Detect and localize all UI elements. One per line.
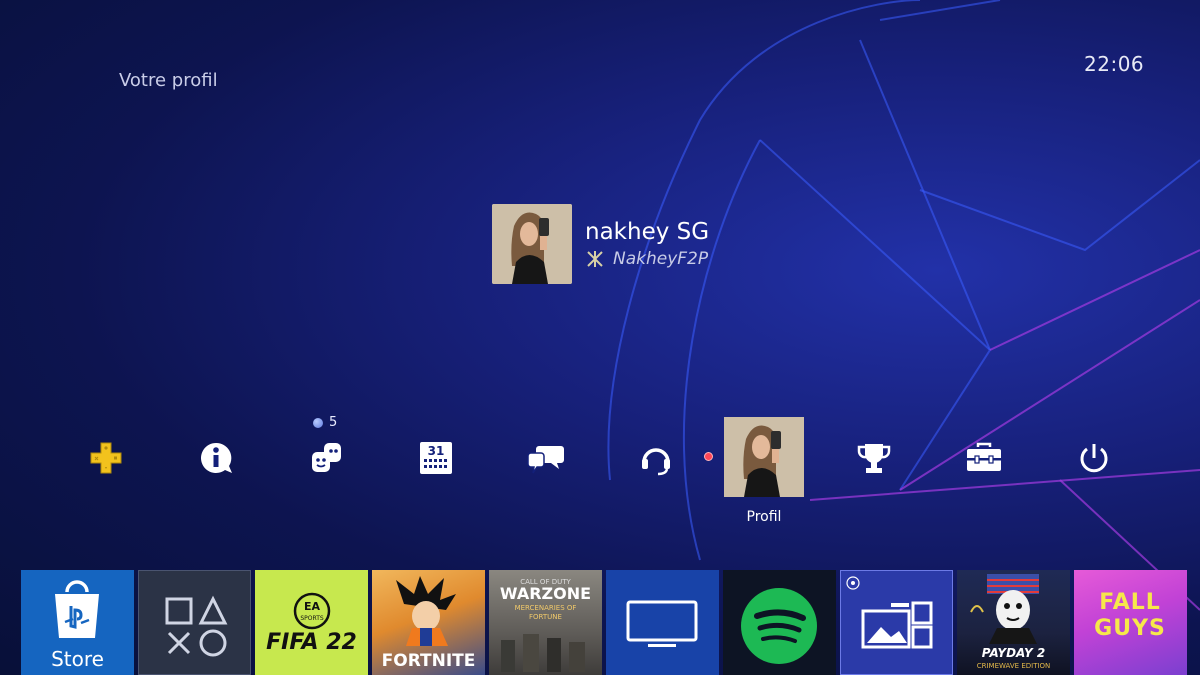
trophy-icon[interactable]	[854, 438, 894, 478]
info-bubble-icon[interactable]	[196, 438, 236, 478]
power-icon[interactable]	[1074, 438, 1114, 478]
tile-share-factory[interactable]	[840, 570, 953, 675]
tile-payday2[interactable]: PAYDAY 2 CRIMEWAVE EDITION	[957, 570, 1070, 675]
calendar-icon[interactable]: 31	[416, 438, 456, 478]
tile-tv-video[interactable]	[606, 570, 719, 675]
fifa-sports-text: SPORTS	[300, 615, 324, 622]
messages-icon[interactable]	[526, 438, 566, 478]
svg-text:EA: EA	[304, 600, 321, 613]
toolbox-icon[interactable]	[964, 438, 1004, 478]
payday-mask-art	[970, 574, 1039, 644]
screen-title: Votre profil	[119, 70, 218, 91]
tile-fortnite[interactable]: FORTNITE	[372, 570, 485, 675]
tile-fifa22[interactable]: EA SPORTS FIFA 22	[255, 570, 368, 675]
ea-sports-logo: EA SPORTS	[293, 592, 331, 630]
fortnite-character-art	[396, 576, 456, 646]
ps-plus-icon[interactable]	[86, 438, 126, 478]
tile-store-label: Store	[51, 647, 104, 671]
ps-shapes-icon	[165, 595, 228, 657]
tile-fortnite-label: FORTNITE	[381, 651, 476, 671]
avatar	[492, 204, 572, 284]
football-icon	[846, 576, 860, 590]
tile-warzone[interactable]: CALL OF DUTY WARZONE MERCENARIES OF FORT…	[489, 570, 602, 675]
content-tiles-row: Store EA SPORTS FIFA 22 FORTNITE CALL OF…	[21, 570, 1200, 675]
profile-card[interactable]: nakhey SG NakheyF2P	[492, 204, 709, 284]
notification-dot	[313, 417, 323, 428]
tile-library[interactable]	[138, 570, 251, 675]
profile-name: nakhey SG	[585, 219, 710, 245]
friends-icon[interactable]	[306, 438, 346, 478]
calendar-day: 31	[428, 444, 445, 458]
tile-fifa22-label: FIFA 22	[266, 630, 357, 655]
tile-warzone-label: WARZONE	[499, 584, 592, 603]
tile-spotify[interactable]	[723, 570, 836, 675]
headset-icon[interactable]	[636, 438, 676, 478]
clock: 22:06	[1084, 52, 1145, 76]
psn-level-icon	[587, 251, 603, 267]
spotify-logo-icon	[741, 588, 817, 664]
payday2-subtitle: CRIMEWAVE EDITION	[976, 662, 1051, 670]
tile-store[interactable]: Store	[21, 570, 134, 675]
warzone-soldiers-art	[501, 634, 585, 672]
friends-badge-count: 5	[329, 415, 338, 430]
tile-payday2-label: PAYDAY 2	[981, 646, 1046, 660]
friends-notification-badge: 5	[313, 415, 337, 430]
tv-icon	[626, 600, 698, 647]
store-bag-icon	[55, 580, 99, 638]
busy-status-dot	[704, 452, 713, 461]
tile-fall-guys-label: FALL GUYS	[1094, 590, 1166, 641]
warzone-subtitle: MERCENARIES OF FORTUNE	[514, 604, 577, 621]
profile-function-label: Profil	[746, 509, 782, 525]
gallery-image-icon	[861, 601, 933, 649]
profile-function-avatar[interactable]	[724, 417, 804, 497]
tile-fall-guys[interactable]: FALL GUYS	[1074, 570, 1187, 675]
online-id: NakheyF2P	[613, 249, 709, 269]
